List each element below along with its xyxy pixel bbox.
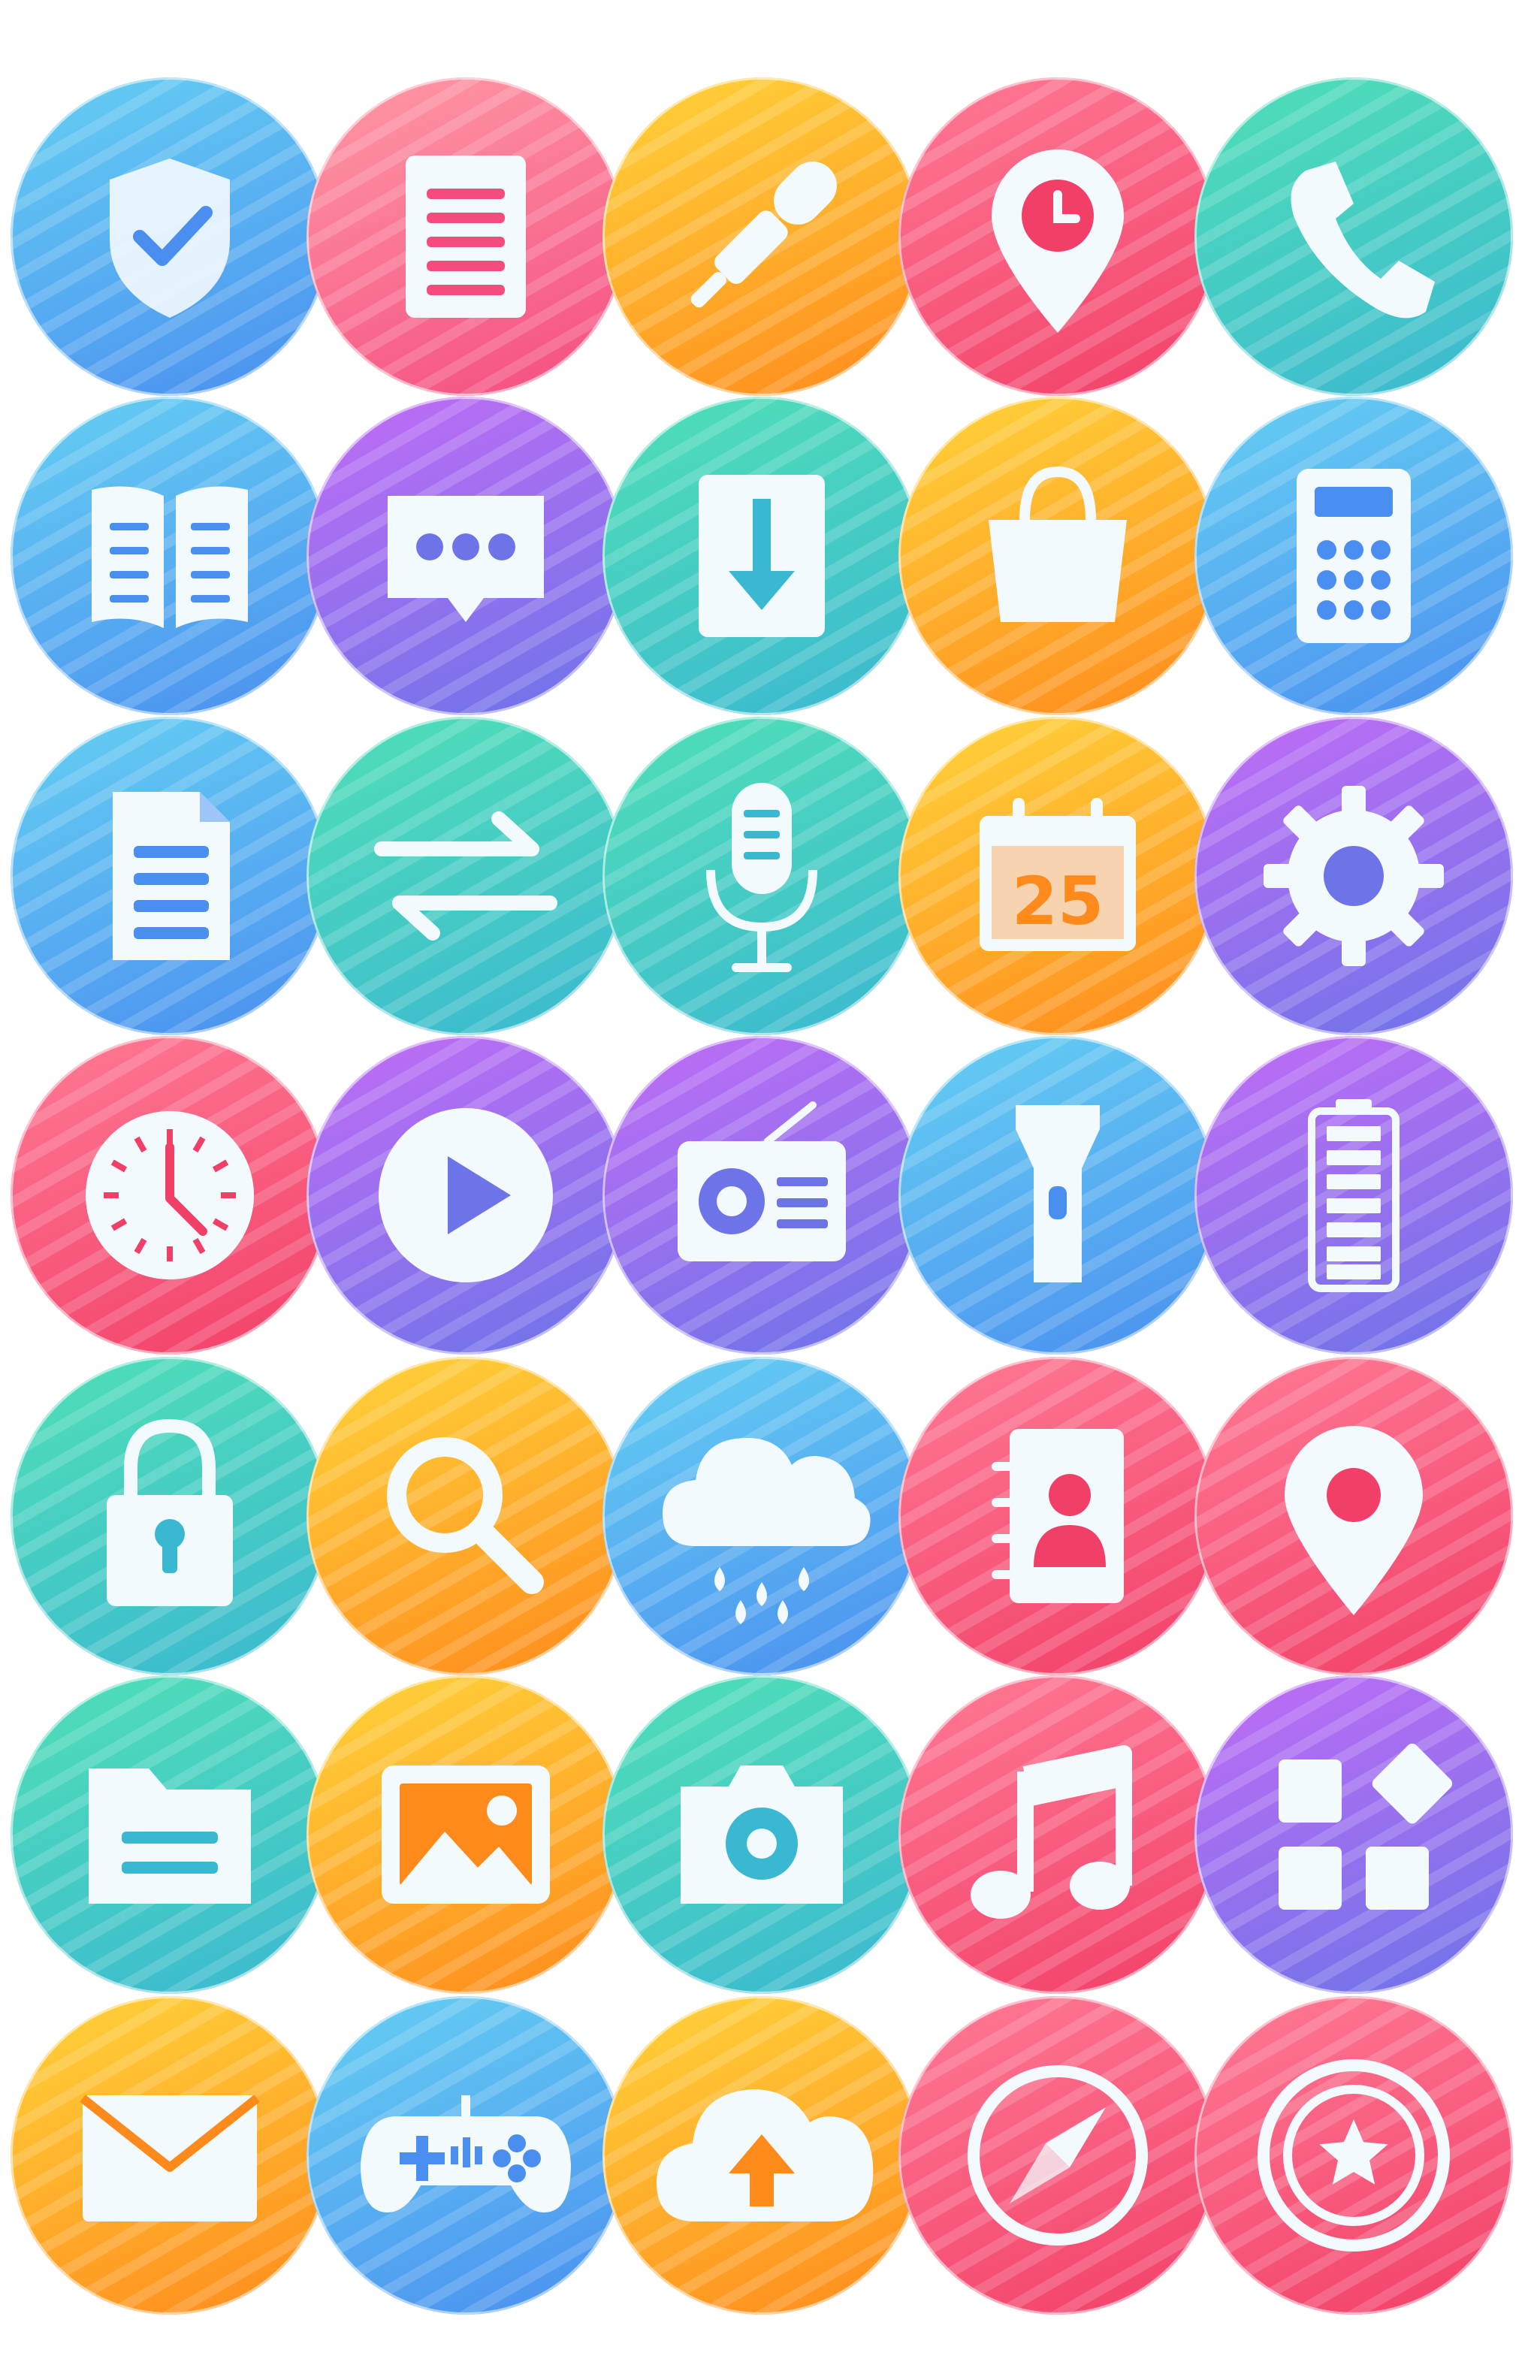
music-note-app-button[interactable] [898, 1675, 1217, 1995]
rain-cloud-icon [602, 1357, 921, 1675]
studio-mic-app-button[interactable] [602, 717, 921, 1036]
image-icon [306, 1675, 625, 1994]
transfer-arrows-app-button[interactable] [306, 717, 625, 1036]
battery-icon [1194, 1036, 1513, 1355]
radio-icon [602, 1036, 921, 1355]
compass-icon [898, 1996, 1217, 2315]
search-icon [306, 1357, 625, 1675]
gear-app-button[interactable] [1194, 717, 1513, 1036]
folder-app-button[interactable] [11, 1675, 329, 1995]
svg-text:25: 25 [1012, 862, 1104, 940]
calendar-icon: 25 [898, 717, 1217, 1035]
location-pin-icon [1194, 1357, 1513, 1675]
phone-app-button[interactable] [1194, 77, 1513, 396]
search-app-button[interactable] [306, 1356, 625, 1675]
chat-bubble-icon [306, 397, 625, 715]
camera-icon [602, 1675, 921, 1994]
transfer-arrows-icon [306, 717, 625, 1035]
location-time-app-button[interactable] [898, 77, 1217, 396]
location-time-icon [898, 77, 1217, 396]
icon-grid: 25 [0, 0, 1540, 2380]
play-icon [306, 1036, 625, 1355]
music-note-icon [898, 1675, 1217, 1994]
download-icon [602, 397, 921, 715]
shield-check-app-button[interactable] [11, 77, 329, 396]
radio-app-button[interactable] [602, 1036, 921, 1355]
star-badge-icon [1194, 1996, 1513, 2315]
play-app-button[interactable] [306, 1036, 625, 1355]
cloud-upload-icon [602, 1996, 921, 2315]
compass-app-button[interactable] [898, 1996, 1217, 2315]
lock-app-button[interactable] [11, 1356, 329, 1675]
apps-grid-app-button[interactable] [1194, 1675, 1513, 1995]
file-icon [11, 717, 329, 1035]
chat-bubble-app-button[interactable] [306, 396, 625, 715]
shopping-bag-app-button[interactable] [898, 396, 1217, 715]
shopping-bag-icon [898, 397, 1217, 715]
mail-icon [11, 1996, 329, 2315]
shield-check-icon [11, 77, 329, 396]
apps-grid-icon [1194, 1675, 1513, 1994]
studio-mic-icon [602, 717, 921, 1035]
contacts-book-icon [898, 1357, 1217, 1675]
calculator-app-button[interactable] [1194, 396, 1513, 715]
microphone-app-button[interactable] [602, 77, 921, 396]
rain-cloud-app-button[interactable] [602, 1356, 921, 1675]
flashlight-app-button[interactable] [898, 1036, 1217, 1355]
battery-app-button[interactable] [1194, 1036, 1513, 1355]
gamepad-app-button[interactable] [306, 1996, 625, 2315]
download-app-button[interactable] [602, 396, 921, 715]
star-badge-app-button[interactable] [1194, 1996, 1513, 2315]
lock-icon [11, 1357, 329, 1675]
calculator-icon [1194, 397, 1513, 715]
book-app-button[interactable] [11, 396, 329, 715]
document-list-icon [306, 77, 625, 396]
phone-icon [1194, 77, 1513, 396]
camera-app-button[interactable] [602, 1675, 921, 1995]
cloud-upload-app-button[interactable] [602, 1996, 921, 2315]
gear-icon [1194, 717, 1513, 1035]
file-app-button[interactable] [11, 717, 329, 1036]
mail-app-button[interactable] [11, 1996, 329, 2315]
location-pin-app-button[interactable] [1194, 1356, 1513, 1675]
gamepad-icon [306, 1996, 625, 2315]
document-list-app-button[interactable] [306, 77, 625, 396]
flashlight-icon [898, 1036, 1217, 1355]
clock-app-button[interactable] [11, 1036, 329, 1355]
contacts-book-app-button[interactable] [898, 1356, 1217, 1675]
folder-icon [11, 1675, 329, 1994]
book-icon [11, 397, 329, 715]
clock-icon [11, 1036, 329, 1355]
image-app-button[interactable] [306, 1675, 625, 1995]
calendar-app-button[interactable]: 25 [898, 717, 1217, 1036]
microphone-icon [602, 77, 921, 396]
